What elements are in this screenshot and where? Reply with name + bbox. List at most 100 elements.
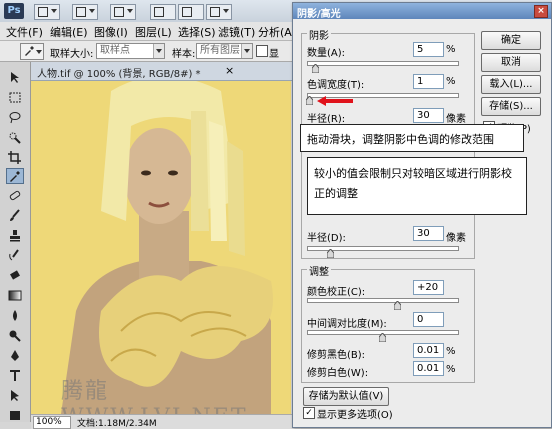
highlight-radius-label: 半径(D): [307, 233, 346, 244]
show-more-options-checkbox[interactable]: ✓ [303, 407, 315, 419]
gradient-tool[interactable] [7, 288, 23, 302]
arrow-icon [11, 389, 19, 401]
document-title: 人物.tif @ 100% (背景, RGB/8#) * [37, 69, 201, 80]
crop-tool[interactable] [7, 150, 23, 164]
chevron-down-icon [241, 44, 252, 58]
menu-image[interactable]: 图像(I) [94, 24, 128, 40]
amount-input[interactable]: 5 [413, 42, 444, 57]
clip-black-input[interactable]: 0.01 [413, 343, 444, 358]
menu-select[interactable]: 选择(S) [178, 24, 216, 40]
midtone-contrast-input[interactable]: 0 [413, 312, 444, 327]
pen-tool[interactable] [7, 348, 23, 362]
color-correction-slider-thumb[interactable] [393, 300, 402, 311]
tonal-width-slider-thumb[interactable] [305, 95, 313, 106]
rectangle-icon [10, 410, 20, 420]
quick-selection-tool[interactable] [7, 130, 23, 144]
sample-select[interactable]: 所有图层 [196, 43, 253, 59]
type-tool[interactable] [7, 368, 23, 382]
sample-size-select[interactable]: 取样点 [96, 43, 165, 59]
type-icon [10, 369, 20, 381]
eyedropper-icon [10, 170, 20, 182]
tonal-width-unit: % [446, 76, 456, 87]
shape-tool[interactable] [7, 408, 23, 422]
dodge-icon [9, 330, 21, 342]
zoom-field[interactable]: 100% [33, 416, 71, 429]
eraser-icon [10, 269, 20, 280]
tools-panel [0, 62, 31, 422]
adjustments-group-title: 调整 [307, 263, 331, 278]
menu-filter[interactable]: 滤镜(T) [218, 24, 255, 40]
eraser-tool[interactable] [7, 268, 23, 282]
clip-white-unit: % [446, 364, 456, 375]
blur-tool[interactable] [7, 308, 23, 322]
marquee-icon [9, 92, 21, 102]
menu-edit[interactable]: 编辑(E) [50, 24, 88, 40]
eyedropper-tool[interactable] [6, 168, 24, 184]
load-button[interactable]: 载入(L)... [481, 75, 541, 94]
clip-white-input[interactable]: 0.01 [413, 361, 444, 376]
highlight-radius-slider-thumb[interactable] [326, 248, 335, 259]
document-close-button[interactable]: × [225, 64, 234, 77]
midtone-contrast-slider-thumb[interactable] [378, 332, 387, 343]
cancel-button[interactable]: 取消 [481, 53, 541, 72]
shadow-radius-input[interactable]: 30 [413, 108, 444, 123]
quick-selection-icon [9, 132, 21, 144]
menu-layer[interactable]: 图层(L) [135, 24, 172, 40]
highlight-radius-unit: 像素 [446, 233, 466, 244]
bridge-button[interactable] [34, 4, 60, 20]
show-more-options-label: 显示更多选项(O) [317, 410, 393, 421]
amount-slider-thumb[interactable] [311, 63, 319, 74]
highlight-radius-input[interactable]: 30 [413, 226, 444, 241]
path-selection-tool[interactable] [7, 388, 23, 402]
arrange-documents-button[interactable] [206, 4, 232, 20]
healing-brush-tool[interactable] [7, 188, 23, 202]
clip-black-label: 修剪黑色(B): [307, 350, 366, 361]
amount-label: 数量(A): [307, 48, 346, 59]
status-bar: 100% 文档:1.18M/2.34M [31, 414, 301, 429]
amount-slider[interactable] [307, 61, 459, 66]
sample-size-label: 取样大小: [50, 49, 94, 60]
portrait-image [31, 81, 291, 414]
sample-size-value: 取样点 [100, 45, 130, 56]
dialog-title: 阴影/高光 [297, 9, 341, 20]
hand-tool-button[interactable] [150, 4, 176, 20]
ok-button[interactable]: 确定 [481, 31, 541, 50]
chevron-down-icon [153, 44, 164, 58]
color-correction-slider[interactable] [307, 298, 459, 303]
move-icon [11, 71, 19, 83]
color-correction-input[interactable]: +20 [413, 280, 444, 295]
close-icon[interactable]: × [534, 5, 548, 18]
menu-analysis[interactable]: 分析(A) [258, 24, 296, 40]
extras-button[interactable] [72, 4, 98, 20]
save-button[interactable]: 存储(S)... [481, 97, 541, 116]
save-as-defaults-button[interactable]: 存储为默认值(V) [303, 387, 389, 406]
zoom-level-button[interactable] [110, 4, 136, 20]
lasso-tool[interactable] [7, 110, 23, 124]
clone-stamp-tool[interactable] [7, 228, 23, 242]
menu-file[interactable]: 文件(F) [6, 24, 43, 40]
dodge-tool[interactable] [7, 328, 23, 342]
photoshop-logo: Ps [4, 3, 24, 19]
dialog-title-bar[interactable]: 阴影/高光 × [293, 3, 551, 20]
history-brush-tool[interactable] [7, 248, 23, 262]
rotate-view-button[interactable] [178, 4, 204, 20]
tool-preset-picker[interactable] [20, 43, 44, 60]
show-sampling-ring-checkbox[interactable] [256, 45, 268, 57]
move-tool[interactable] [7, 70, 23, 84]
marquee-tool[interactable] [7, 90, 23, 104]
color-correction-label: 颜色校正(C): [307, 287, 366, 298]
tonal-width-input[interactable]: 1 [413, 74, 444, 89]
callout-tonal-width-text: 拖动滑块，调整阴影中色调的修改范围 [307, 133, 494, 146]
bandage-icon [9, 190, 21, 200]
pen-icon [11, 349, 19, 361]
sample-value: 所有图层 [200, 45, 240, 56]
drop-icon [13, 309, 17, 321]
midtone-contrast-label: 中间调对比度(M): [307, 319, 387, 330]
document-tab[interactable]: 人物.tif @ 100% (背景, RGB/8#) * × [31, 62, 301, 81]
document-canvas[interactable]: 腾龍 WWW.LVI.NET [31, 81, 291, 414]
shadow-highlights-dialog: 阴影/高光 × 阴影 数量(A): 5 % 色调宽度(T): 1 % 半径(R)… [292, 2, 552, 428]
stamp-icon [10, 229, 20, 241]
brush-tool[interactable] [7, 208, 23, 222]
history-brush-icon [9, 248, 19, 260]
show-sampling-ring-label: 显 [269, 49, 279, 60]
